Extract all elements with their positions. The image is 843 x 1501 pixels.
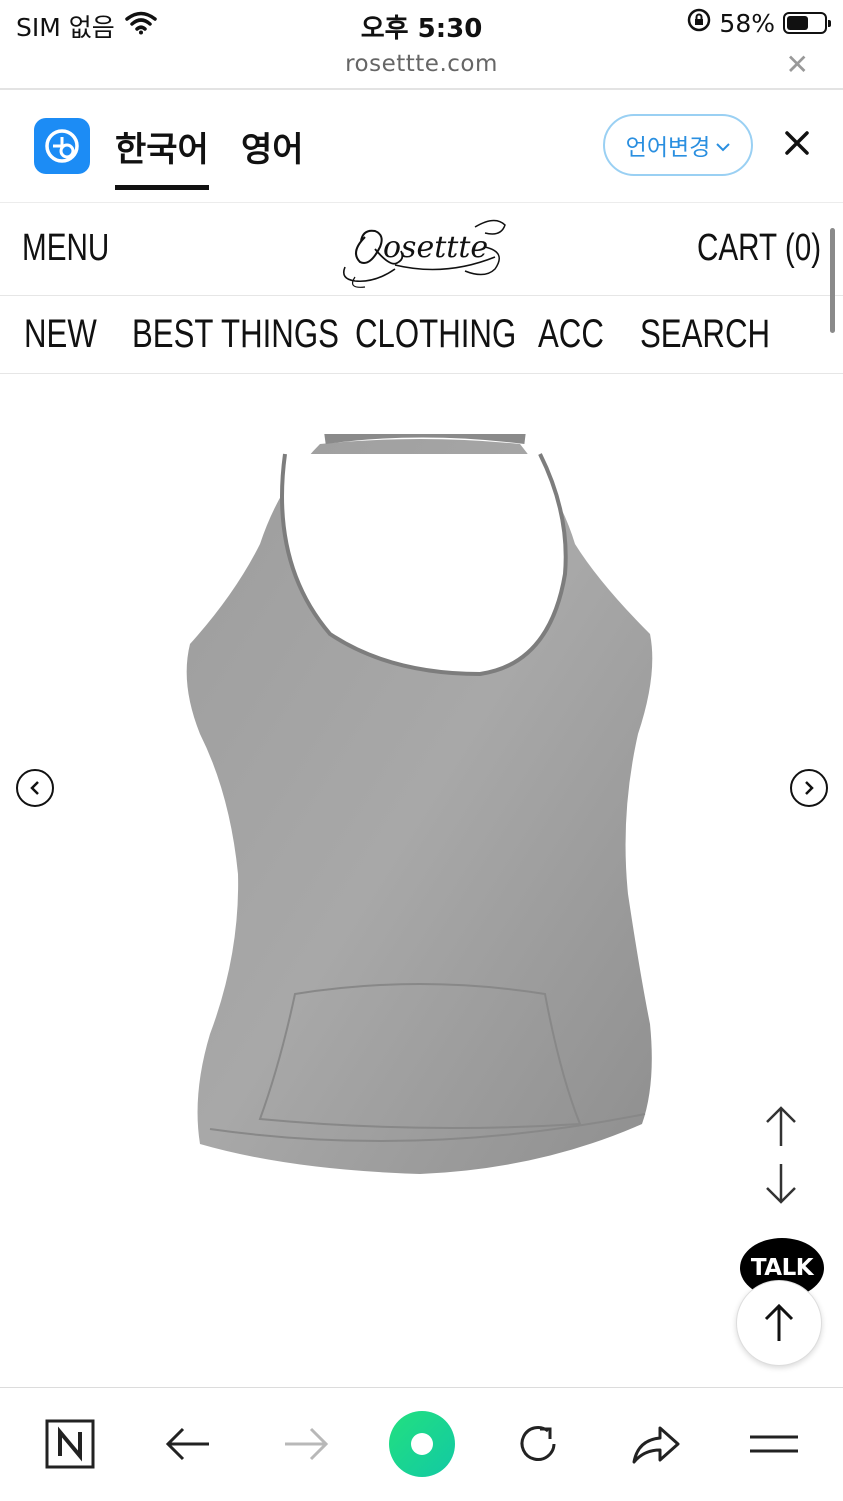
translate-bar: 한국어 영어 언어변경: [0, 90, 843, 203]
tab-english[interactable]: 영어: [241, 122, 304, 185]
category-nav: NEW BEST THINGS CLOTHING ACC SEARCH: [0, 296, 843, 374]
product-image-slider: [0, 374, 843, 1386]
change-language-label: 언어변경: [625, 135, 711, 161]
nav-item-new[interactable]: NEW: [24, 312, 97, 357]
change-language-button[interactable]: 언어변경: [603, 114, 753, 176]
chevron-left-icon: [30, 781, 39, 795]
chevron-right-icon: [805, 781, 814, 795]
product-image: [186, 434, 653, 1174]
share-icon[interactable]: [626, 1414, 686, 1474]
status-right: 58%: [687, 8, 831, 38]
status-bar: SIM 없음 오후 5:30 58%: [0, 0, 843, 46]
cart-button[interactable]: CART (0): [697, 227, 821, 270]
url-text[interactable]: rosettte.com: [0, 51, 843, 77]
battery-percent: 58%: [719, 8, 775, 38]
tab-korean[interactable]: 한국어: [115, 122, 209, 190]
browser-toolbar: [0, 1387, 843, 1501]
scroll-up-button[interactable]: [763, 1104, 799, 1152]
naver-icon[interactable]: [40, 1414, 100, 1474]
green-dot-icon[interactable]: [388, 1410, 456, 1478]
battery-icon: [783, 12, 831, 34]
menu-button[interactable]: MENU: [22, 227, 109, 270]
papago-logo-icon: [34, 118, 90, 174]
arrow-up-icon: [764, 1303, 794, 1341]
scroll-down-button[interactable]: [763, 1162, 799, 1210]
nav-item-search[interactable]: SEARCH: [640, 312, 770, 357]
site-header: MENU osettte CART (0): [0, 203, 843, 296]
hamburger-icon[interactable]: [744, 1414, 804, 1474]
rosettte-logo[interactable]: osettte: [335, 207, 510, 293]
forward-icon[interactable]: [276, 1414, 336, 1474]
close-icon[interactable]: ✕: [786, 48, 809, 81]
rotation-lock-icon: [687, 8, 711, 38]
chevron-down-icon: [716, 132, 731, 158]
back-to-top-button[interactable]: [736, 1280, 822, 1366]
arrow-up-icon: [766, 1106, 796, 1146]
reload-icon[interactable]: [508, 1414, 568, 1474]
url-bar: rosettte.com ✕: [0, 46, 843, 90]
close-translate-icon[interactable]: [782, 128, 812, 162]
nav-item-best-things[interactable]: BEST THINGS: [132, 312, 339, 357]
svg-text:osettte: osettte: [383, 230, 488, 265]
back-icon[interactable]: [158, 1414, 218, 1474]
prev-slide-button[interactable]: [16, 769, 54, 807]
next-slide-button[interactable]: [790, 769, 828, 807]
nav-item-acc[interactable]: ACC: [538, 312, 604, 357]
nav-item-clothing[interactable]: CLOTHING: [355, 312, 516, 357]
arrow-down-icon: [766, 1164, 796, 1204]
